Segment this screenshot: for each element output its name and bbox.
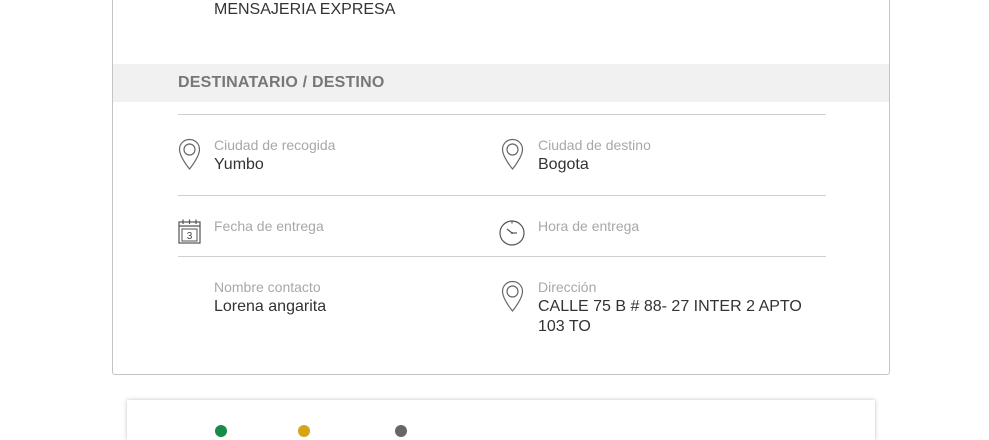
divider [178, 114, 826, 115]
shipment-detail-card: MENSAJERIA EXPRESA DESTINATARIO / DESTIN… [112, 0, 890, 375]
divider [178, 195, 826, 196]
address-label: Dirección [538, 279, 597, 295]
section-title: DESTINATARIO / DESTINO [178, 74, 385, 91]
calendar-icon: 3 [178, 219, 201, 244]
pickup-city-value: Yumbo [214, 156, 264, 173]
delivery-date-label: Fecha de entrega [214, 218, 324, 234]
destination-city-value: Bogota [538, 156, 589, 173]
address-value: CALLE 75 B # 88- 27 INTER 2 APTO 103 TO [538, 298, 802, 335]
status-dot-gray [395, 425, 407, 437]
pickup-city-field: Ciudad de recogida Yumbo [214, 136, 335, 175]
map-pin-icon [178, 138, 201, 170]
delivery-time-label: Hora de entrega [538, 218, 640, 234]
contact-name-value: Lorena angarita [214, 298, 327, 315]
address-field: Dirección CALLE 75 B # 88- 27 INTER 2 AP… [538, 278, 830, 337]
delivery-time-field: Hora de entrega [538, 217, 639, 236]
clock-icon [499, 220, 525, 246]
service-type: MENSAJERIA EXPRESA [214, 1, 396, 18]
contact-name-field: Nombre contacto Lorena angarita [214, 278, 326, 317]
map-pin-icon [501, 138, 524, 170]
contact-name-label: Nombre contacto [214, 279, 321, 295]
status-dot-green [215, 425, 227, 437]
status-card [127, 400, 875, 440]
delivery-date-field: Fecha de entrega [214, 217, 324, 236]
pickup-city-label: Ciudad de recogida [214, 137, 336, 153]
destination-city-field: Ciudad de destino Bogota [538, 136, 651, 175]
divider [178, 256, 826, 257]
section-header: DESTINATARIO / DESTINO [113, 64, 889, 102]
map-pin-icon [501, 280, 524, 312]
destination-city-label: Ciudad de destino [538, 137, 651, 153]
calendar-icon-text: 3 [187, 231, 193, 242]
status-dot-yellow [298, 425, 310, 437]
